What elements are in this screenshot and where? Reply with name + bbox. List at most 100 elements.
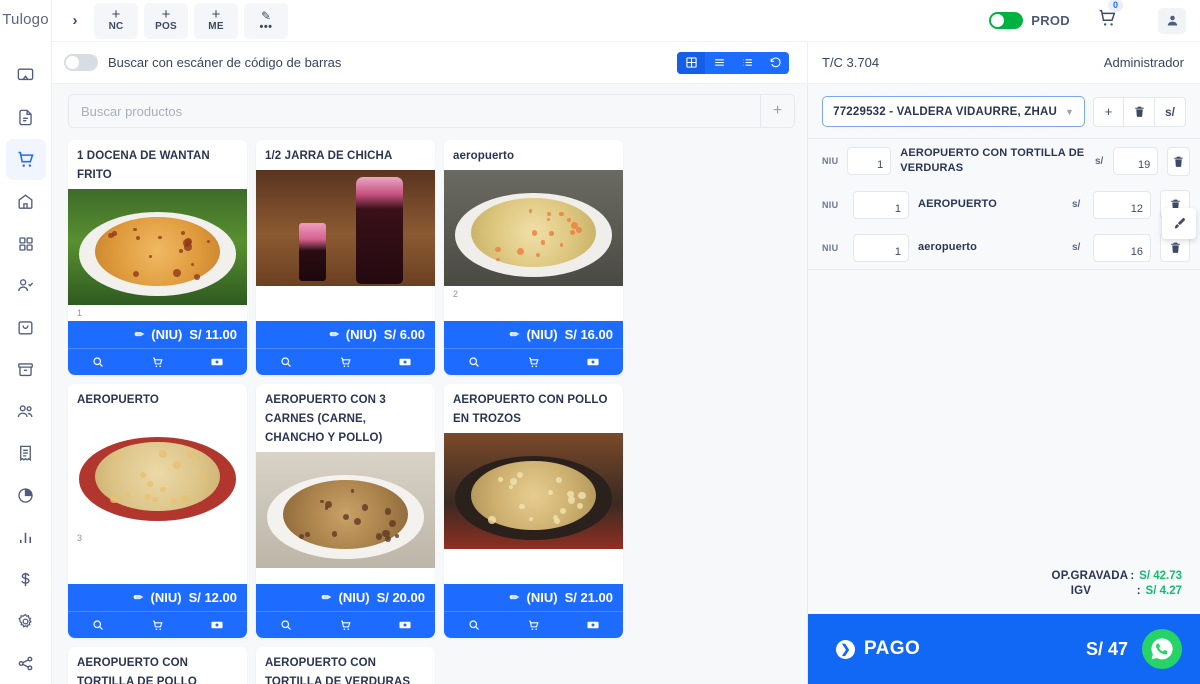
product-price-bar[interactable]: ✎ (NIU) S/ 21.00	[444, 584, 623, 612]
cart-empty-space	[808, 270, 1200, 564]
clear-cart-button[interactable]	[1124, 97, 1155, 127]
cart-item-currency: s/	[1072, 242, 1084, 253]
list-view-button[interactable]	[705, 52, 733, 74]
app-logo[interactable]: Tu logo	[0, 0, 52, 35]
product-search-button[interactable]	[68, 619, 128, 631]
money-icon	[210, 618, 224, 632]
cart-item-quantity-input[interactable]: 1	[853, 191, 909, 219]
product-action-bar	[68, 612, 247, 638]
product-card[interactable]: AEROPUERTO CON TORTILLA DE POLLO✎(NIU)S/…	[68, 647, 247, 684]
barcode-scanner-toggle[interactable]	[64, 54, 98, 71]
grid-view-button[interactable]	[677, 52, 705, 74]
product-photo	[444, 170, 623, 286]
product-add-to-cart-button[interactable]	[316, 619, 376, 632]
product-price-bar[interactable]: ✎ (NIU) S/ 6.00	[256, 321, 435, 349]
cart-item-unit: NIU	[822, 200, 844, 210]
toggle-switch-on[interactable]	[989, 12, 1023, 29]
new-pos-button[interactable]: + POS	[144, 3, 188, 39]
refresh-button[interactable]	[761, 52, 789, 74]
cart-item-amount-input[interactable]: 16	[1093, 234, 1151, 262]
product-unit: (NIU)	[339, 590, 370, 605]
product-price-edit-button[interactable]	[563, 355, 623, 369]
monitor-icon	[16, 66, 35, 85]
cart-item-delete-button[interactable]	[1167, 147, 1190, 176]
product-title: AEROPUERTO CON TORTILLA DE VERDURAS	[256, 647, 435, 684]
cart-button[interactable]: 0	[1096, 7, 1118, 34]
user-account-button[interactable]	[1158, 8, 1186, 34]
product-card[interactable]: AEROPUERTO CON POLLO EN TROZOS ✎ (NIU) S/ 2…	[444, 384, 623, 638]
product-price-edit-button[interactable]	[187, 355, 247, 369]
cart-item-row[interactable]: NIU 1 AEROPUERTO CON TORTILLA DE VERDURAS s…	[808, 139, 1200, 183]
cart-item-quantity-input[interactable]: 1	[847, 147, 891, 175]
total-line-gravada: OP.GRAVADA : S/ 42.73	[808, 570, 1182, 582]
product-search-button[interactable]	[68, 356, 128, 368]
sidebar-item-pie-chart[interactable]	[6, 475, 46, 516]
product-price-bar[interactable]: ✎ (NIU) S/ 16.00	[444, 321, 623, 349]
expand-sidebar-button[interactable]: ›	[62, 6, 88, 36]
add-item-button[interactable]: +	[1093, 97, 1124, 127]
detail-view-button[interactable]	[733, 52, 761, 74]
whatsapp-button[interactable]	[1142, 629, 1182, 669]
search-input[interactable]	[69, 104, 760, 119]
product-add-to-cart-button[interactable]	[316, 356, 376, 369]
product-add-to-cart-button[interactable]	[504, 619, 564, 632]
sidebar-item-document[interactable]	[6, 97, 46, 138]
sidebar-item-archive[interactable]	[6, 349, 46, 390]
add-product-button[interactable]: +	[760, 95, 794, 127]
sidebar-item-users[interactable]	[6, 391, 46, 432]
cart-item-amount-input[interactable]: 12	[1093, 191, 1151, 219]
product-price: S/ 21.00	[565, 590, 613, 605]
sidebar-item-bar-chart[interactable]	[6, 517, 46, 558]
sub-toolbar-right: T/C 3.704 Administrador	[807, 42, 1200, 84]
sidebar-item-share[interactable]	[6, 643, 46, 684]
product-price-edit-button[interactable]	[375, 618, 435, 632]
ellipsis-icon: •••	[259, 23, 272, 32]
product-search-button[interactable]	[444, 619, 504, 631]
more-actions-button[interactable]: ✎ •••	[244, 3, 288, 39]
customer-select[interactable]: 77229532 - VALDERA VIDAURRE, ZHAU ▼	[822, 96, 1085, 127]
product-search-button[interactable]	[256, 356, 316, 368]
product-add-to-cart-button[interactable]	[128, 619, 188, 632]
cart-item-amount-input[interactable]: 19	[1113, 147, 1158, 175]
product-card[interactable]: aeropuerto 2 ✎ (NIU) S/ 16.00	[444, 140, 623, 375]
product-price-bar[interactable]: ✎ (NIU) S/ 12.00	[68, 584, 247, 612]
product-price-bar[interactable]: ✎ (NIU) S/ 11.00	[68, 321, 247, 349]
product-price-edit-button[interactable]	[375, 355, 435, 369]
sidebar-item-receipt[interactable]	[6, 433, 46, 474]
product-search-button[interactable]	[444, 356, 504, 368]
sidebar-item-home[interactable]	[6, 181, 46, 222]
sidebar-item-grid[interactable]	[6, 223, 46, 264]
pay-button[interactable]: ❯ PAGO S/ 47	[808, 614, 1200, 684]
product-card[interactable]: AEROPUERTO CON 3 CARNES (CARNE, CHANCHO …	[256, 384, 435, 638]
product-unit: (NIU)	[527, 327, 558, 342]
sidebar-item-cart[interactable]	[6, 139, 46, 180]
product-price-edit-button[interactable]	[563, 618, 623, 632]
sidebar-item-gear[interactable]	[6, 601, 46, 642]
product-price-edit-button[interactable]	[187, 618, 247, 632]
new-nc-button[interactable]: + NC	[94, 3, 138, 39]
brush-tool-button[interactable]	[1162, 208, 1196, 239]
cart-item-row[interactable]: NIU 1 aeropuerto s/16	[808, 226, 1200, 269]
search-icon	[92, 356, 104, 368]
product-add-to-cart-button[interactable]	[128, 356, 188, 369]
sidebar-item-bag[interactable]	[6, 307, 46, 348]
new-me-button[interactable]: + ME	[194, 3, 238, 39]
product-image	[68, 414, 247, 530]
product-card[interactable]: AEROPUERTO 3 ✎ (NIU) S/ 12.00	[68, 384, 247, 638]
product-card[interactable]: 1/2 JARRA DE CHICHA ✎ (NIU) S/ 6.00	[256, 140, 435, 375]
product-card[interactable]: 1 DOCENA DE WANTAN FRITO 1 ✎ (NIU) S/ 11.00	[68, 140, 247, 375]
product-card[interactable]: AEROPUERTO CON TORTILLA DE VERDURAS✎(NIU…	[256, 647, 435, 684]
product-add-to-cart-button[interactable]	[504, 356, 564, 369]
sidebar-rail: Tu logo	[0, 0, 52, 684]
currency-button[interactable]: s/	[1155, 97, 1186, 127]
product-search-button[interactable]	[256, 619, 316, 631]
product-price-bar[interactable]: ✎ (NIU) S/ 20.00	[256, 584, 435, 612]
cart-item-row[interactable]: NIU 1 AEROPUERTO s/12	[808, 183, 1200, 226]
sidebar-item-dollar[interactable]	[6, 559, 46, 600]
bag-icon	[16, 318, 35, 337]
cart-item-quantity-input[interactable]: 1	[853, 234, 909, 262]
prod-mode-toggle[interactable]: PROD	[989, 12, 1070, 29]
sidebar-item-user-check[interactable]	[6, 265, 46, 306]
customer-name: 77229532 - VALDERA VIDAURRE, ZHAU	[833, 106, 1057, 118]
sidebar-item-monitor[interactable]	[6, 55, 46, 96]
